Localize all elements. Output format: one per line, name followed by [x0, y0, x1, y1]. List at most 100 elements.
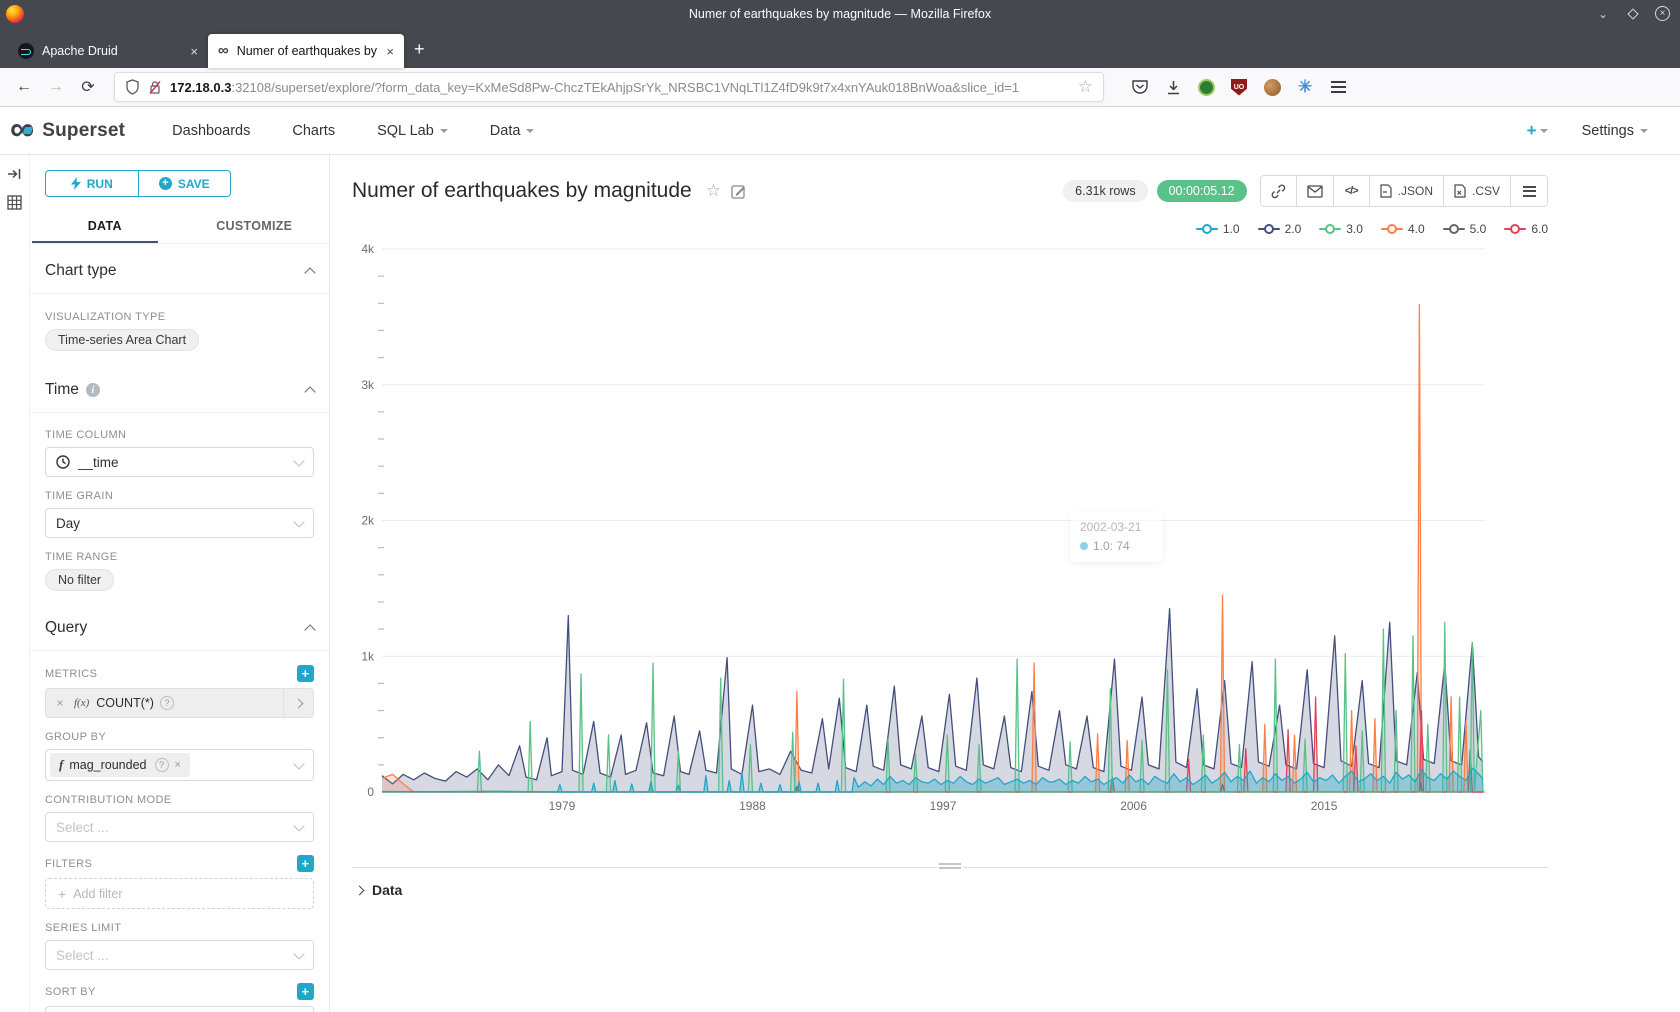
control-panel: RUN + SAVE DATA CUSTOMIZE Chart type [30, 155, 330, 1012]
legend-item[interactable]: 5.0 [1443, 221, 1487, 237]
section-time[interactable]: Timei [45, 351, 314, 412]
section-chart-type[interactable]: Chart type [45, 244, 314, 293]
chevron-down-icon [526, 129, 534, 133]
svg-text:4k: 4k [361, 242, 375, 256]
nav-item-charts[interactable]: Charts [271, 123, 356, 139]
tab-apache-druid[interactable]: Apache Druid × [8, 34, 208, 68]
sort-by-select[interactable] [45, 1006, 314, 1012]
link-icon [1271, 184, 1286, 199]
downloads-icon[interactable] [1163, 77, 1183, 97]
tab-earthquakes-chart[interactable]: ∞ Numer of earthquakes by × [208, 34, 404, 68]
favorite-star-icon[interactable]: ☆ [706, 181, 721, 201]
browser-window: Numer of earthquakes by magnitude — Mozi… [0, 0, 1680, 1012]
time-column-select[interactable]: __time [45, 447, 314, 477]
superset-navbar: ∞ Superset Dashboards Charts SQL Lab Dat… [0, 107, 1680, 155]
groupby-pill[interactable]: f mag_rounded ? × [50, 753, 190, 777]
time-range-pill[interactable]: No filter [45, 569, 114, 591]
url-field[interactable]: 172.18.0.3:32108/superset/explore/?form_… [114, 72, 1104, 102]
expand-metric-icon[interactable] [283, 689, 313, 717]
chevron-down-icon [293, 516, 304, 527]
settings-menu[interactable]: Settings [1582, 123, 1648, 139]
tab-close-icon[interactable]: × [386, 44, 394, 59]
extension-ublock-icon[interactable]: UO [1229, 77, 1249, 97]
legend-marker-icon [1196, 224, 1218, 234]
export-csv-button[interactable]: .CSV [1444, 176, 1511, 206]
window-titlebar: Numer of earthquakes by magnitude — Mozi… [0, 0, 1680, 27]
help-icon: ? [155, 758, 169, 772]
resize-handle[interactable] [937, 861, 963, 871]
svg-text:1997: 1997 [930, 799, 957, 813]
forward-button[interactable]: → [42, 73, 70, 101]
tab-data[interactable]: DATA [30, 211, 180, 243]
window-minimize-button[interactable]: ⌄ [1595, 6, 1611, 22]
bookmark-star-icon[interactable]: ☆ [1078, 77, 1093, 97]
series-limit-select[interactable]: Select ... [45, 940, 314, 970]
remove-groupby-icon[interactable]: × [175, 759, 181, 771]
groupby-select[interactable]: f mag_rounded ? × [45, 749, 314, 781]
metric-count-pill[interactable]: × f(x) COUNT(*) ? [45, 688, 314, 718]
new-tab-button[interactable]: + [414, 39, 425, 60]
firefox-menu-icon[interactable] [1328, 77, 1348, 97]
legend-item[interactable]: 3.0 [1319, 221, 1363, 237]
superset-brand[interactable]: ∞ Superset [10, 116, 125, 146]
chart-menu-button[interactable] [1511, 176, 1547, 206]
time-grain-label: TIME GRAIN [45, 490, 314, 502]
url-path: :32108/superset/explore/?form_data_key=K… [231, 80, 1019, 95]
svg-text:2015: 2015 [1311, 799, 1338, 813]
new-chart-button[interactable]: + [1527, 121, 1548, 141]
nav-item-sql-lab[interactable]: SQL Lab [356, 123, 469, 139]
time-grain-select[interactable]: Day [45, 508, 314, 538]
nav-item-dashboards[interactable]: Dashboards [151, 123, 271, 139]
add-filter-button[interactable]: + [297, 855, 314, 872]
window-close-button[interactable]: × [1655, 6, 1670, 21]
back-button[interactable]: ← [10, 73, 38, 101]
tracking-shield-icon[interactable] [125, 79, 140, 95]
chevron-down-icon [293, 758, 304, 769]
dataset-grid-icon[interactable] [7, 195, 22, 210]
edit-title-icon[interactable] [731, 183, 747, 199]
chart-canvas[interactable]: 01k2k3k4k19791988199720062015 [352, 239, 1525, 824]
nav-item-data[interactable]: Data [469, 123, 556, 139]
viz-type-label: VISUALIZATION TYPE [45, 311, 314, 323]
legend-item[interactable]: 2.0 [1258, 221, 1302, 237]
legend-label: 4.0 [1408, 222, 1425, 236]
extension-privacy-badger-icon[interactable] [1196, 77, 1216, 97]
viz-type-pill[interactable]: Time-series Area Chart [45, 329, 199, 351]
legend-label: 1.0 [1223, 222, 1240, 236]
legend-item[interactable]: 4.0 [1381, 221, 1425, 237]
data-section-toggle[interactable]: Data [352, 868, 1548, 912]
remove-metric-icon[interactable]: × [46, 696, 74, 710]
results-panel: Data [352, 867, 1548, 912]
tab-customize[interactable]: CUSTOMIZE [180, 211, 330, 243]
legend-label: 6.0 [1531, 222, 1548, 236]
insecure-lock-icon[interactable] [148, 80, 162, 95]
extension-cookie-icon[interactable] [1262, 77, 1282, 97]
run-button[interactable]: RUN [45, 170, 139, 197]
svg-text:3k: 3k [361, 378, 375, 392]
add-sort-button[interactable]: + [297, 983, 314, 1000]
chart-legend: 1.0 2.0 3.0 4.0 5.0 6.0 [352, 221, 1548, 237]
email-button[interactable] [1297, 176, 1334, 206]
save-button[interactable]: + SAVE [139, 170, 232, 197]
legend-item[interactable]: 1.0 [1196, 221, 1240, 237]
tab-close-icon[interactable]: × [190, 44, 198, 59]
add-filter-dropzone[interactable]: + Add filter [45, 878, 314, 909]
embed-code-button[interactable]: </> [1334, 176, 1370, 206]
section-query[interactable]: Query [45, 591, 314, 650]
export-json-button[interactable]: .JSON [1370, 176, 1444, 206]
filters-label: FILTERS + [45, 855, 314, 872]
plus-circle-icon: + [159, 177, 172, 190]
copy-link-button[interactable] [1261, 176, 1297, 206]
chevron-down-icon [440, 129, 448, 133]
reload-button[interactable]: ⟳ [74, 73, 102, 101]
extension-asterisk-icon[interactable]: ✳ [1295, 77, 1315, 97]
superset-favicon-icon: ∞ [218, 43, 229, 59]
pocket-icon[interactable] [1130, 77, 1150, 97]
contribution-mode-select[interactable]: Select ... [45, 812, 314, 842]
legend-item[interactable]: 6.0 [1504, 221, 1548, 237]
expand-dataset-panel-icon[interactable] [7, 167, 22, 181]
add-metric-button[interactable]: + [297, 665, 314, 682]
row-count-badge: 6.31k rows [1063, 180, 1147, 202]
legend-label: 2.0 [1285, 222, 1302, 236]
window-maximize-button[interactable] [1625, 6, 1641, 22]
